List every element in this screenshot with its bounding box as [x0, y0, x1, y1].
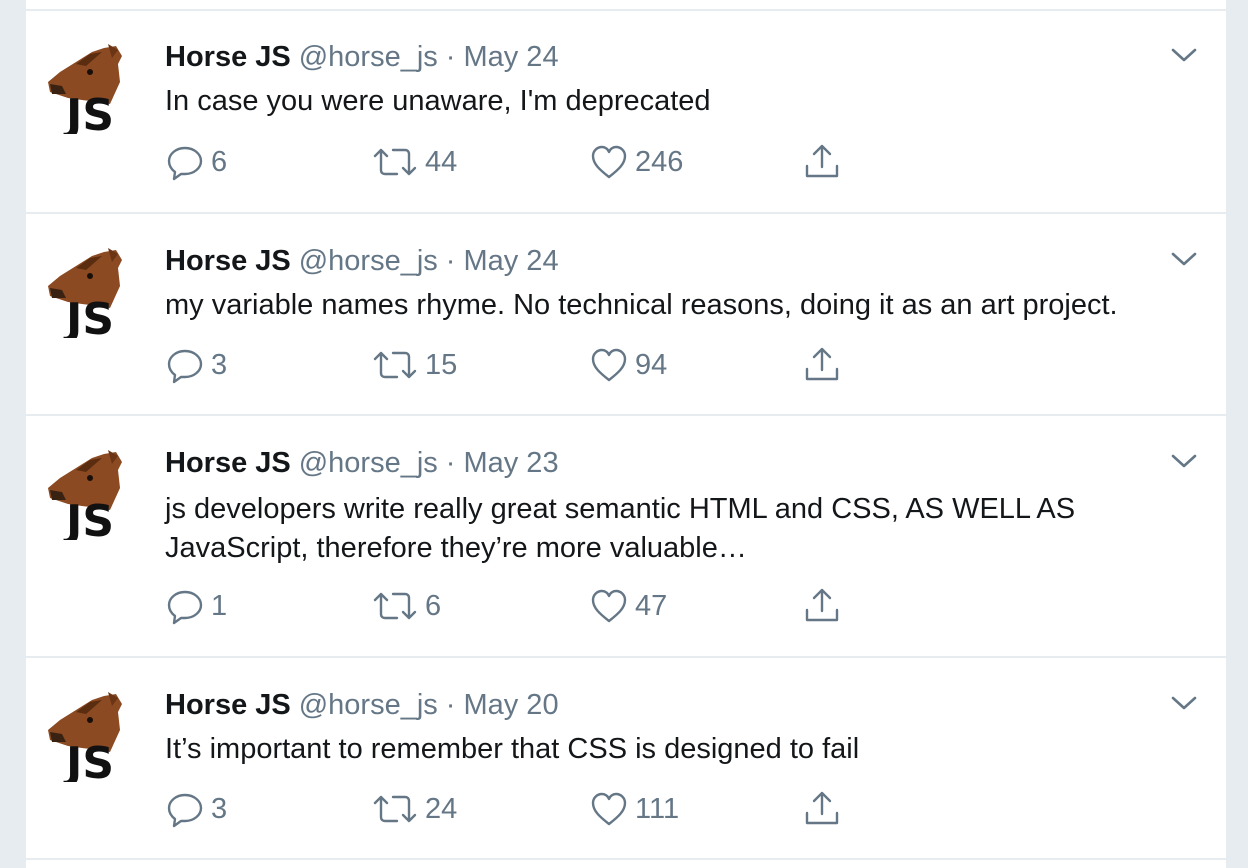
author-name[interactable]: Horse JS [165, 41, 291, 73]
tweet-header: Horse JS @horse_js · May 20 [165, 687, 559, 723]
retweet-count: 15 [425, 348, 458, 381]
avatar-js-text: JS [63, 294, 114, 338]
avatar-js-text: JS [63, 90, 114, 134]
separator-dot: · [445, 689, 456, 721]
tweet[interactable]: JS Horse JS @horse_js · May 20 It’s importa… [26, 658, 1226, 858]
like-button[interactable]: 47 [589, 586, 667, 626]
retweet-button[interactable]: 6 [371, 586, 441, 626]
like-button[interactable]: 246 [589, 142, 683, 182]
reply-count: 1 [211, 589, 228, 622]
author-handle[interactable]: @horse_js [299, 447, 438, 479]
like-count: 47 [635, 589, 668, 622]
tweet-text: my variable names rhyme. No technical re… [165, 289, 1118, 321]
like-count: 246 [635, 145, 684, 178]
reply-count: 3 [211, 348, 228, 381]
avatar[interactable]: JS [46, 246, 140, 338]
tweet-text: js developers write really great semanti… [165, 493, 1076, 564]
author-handle[interactable]: @horse_js [299, 245, 438, 277]
tweet[interactable]: JS Horse JS @horse_js · May 24 In case you … [26, 11, 1226, 212]
tweet-actions: 3 15 94 [165, 345, 885, 385]
like-button[interactable]: 94 [589, 345, 667, 385]
avatar[interactable]: JS [46, 42, 140, 134]
avatar[interactable]: JS [46, 448, 140, 540]
reply-button[interactable]: 6 [165, 142, 227, 182]
share-button[interactable] [802, 345, 842, 385]
chevron-down-icon[interactable] [1170, 45, 1198, 65]
retweet-count: 24 [425, 792, 458, 825]
tweet-actions: 1 6 47 [165, 586, 885, 626]
reply-icon [167, 146, 203, 181]
heart-icon [591, 792, 627, 826]
tweet-header: Horse JS @horse_js · May 23 [165, 445, 559, 481]
tweet-actions: 6 44 246 [165, 142, 885, 182]
timeline: JS Horse JS @horse_js · May 24 In case you … [26, 0, 1226, 868]
like-button[interactable]: 111 [589, 789, 679, 829]
author-name[interactable]: Horse JS [165, 689, 291, 721]
tweet-date[interactable]: May 20 [463, 689, 558, 721]
retweet-icon [373, 351, 417, 379]
reply-count: 3 [211, 792, 228, 825]
heart-icon [591, 348, 627, 382]
heart-icon [591, 589, 627, 623]
avatar[interactable]: JS [46, 690, 140, 782]
share-icon [805, 791, 839, 825]
separator-dot: · [445, 447, 456, 479]
share-button[interactable] [802, 142, 842, 182]
reply-icon [167, 590, 203, 625]
tweet-header: Horse JS @horse_js · May 24 [165, 243, 559, 279]
tweet-date[interactable]: May 23 [463, 447, 558, 479]
reply-button[interactable]: 3 [165, 789, 227, 829]
tweet-actions: 3 24 111 [165, 789, 885, 829]
retweet-icon [373, 795, 417, 823]
heart-icon [591, 145, 627, 179]
share-icon [805, 144, 839, 178]
like-count: 94 [635, 348, 668, 381]
retweet-button[interactable]: 44 [371, 142, 457, 182]
chevron-down-icon[interactable] [1170, 693, 1198, 713]
author-handle[interactable]: @horse_js [299, 689, 438, 721]
retweet-count: 44 [425, 145, 458, 178]
avatar-js-text: JS [63, 496, 114, 540]
tweet-text: In case you were unaware, I'm deprecated [165, 85, 711, 117]
share-icon [805, 588, 839, 622]
author-handle[interactable]: @horse_js [299, 41, 438, 73]
author-name[interactable]: Horse JS [165, 447, 291, 479]
share-button[interactable] [802, 789, 842, 829]
separator-dot: · [445, 245, 456, 277]
share-icon [805, 347, 839, 381]
reply-icon [167, 349, 203, 384]
retweet-button[interactable]: 15 [371, 345, 457, 385]
retweet-icon [373, 592, 417, 620]
share-button[interactable] [802, 586, 842, 626]
tweet-text: It’s important to remember that CSS is d… [165, 733, 860, 765]
author-name[interactable]: Horse JS [165, 245, 291, 277]
tweet[interactable]: JS Horse JS @horse_js · May 23 js developer… [26, 416, 1226, 656]
chevron-down-icon[interactable] [1170, 249, 1198, 269]
avatar-js-text: JS [63, 738, 114, 782]
separator-dot: · [445, 41, 456, 73]
retweet-button[interactable]: 24 [371, 789, 457, 829]
divider [26, 858, 1226, 860]
tweet-date[interactable]: May 24 [463, 245, 558, 277]
reply-button[interactable]: 1 [165, 586, 227, 626]
tweet-header: Horse JS @horse_js · May 24 [165, 39, 559, 75]
like-count: 111 [635, 792, 680, 825]
reply-count: 6 [211, 145, 228, 178]
reply-icon [167, 793, 203, 828]
retweet-icon [373, 148, 417, 176]
chevron-down-icon[interactable] [1170, 451, 1198, 471]
retweet-count: 6 [425, 589, 442, 622]
tweet[interactable]: JS Horse JS @horse_js · May 24 my variable … [26, 214, 1226, 414]
tweet-date[interactable]: May 24 [463, 41, 558, 73]
reply-button[interactable]: 3 [165, 345, 227, 385]
